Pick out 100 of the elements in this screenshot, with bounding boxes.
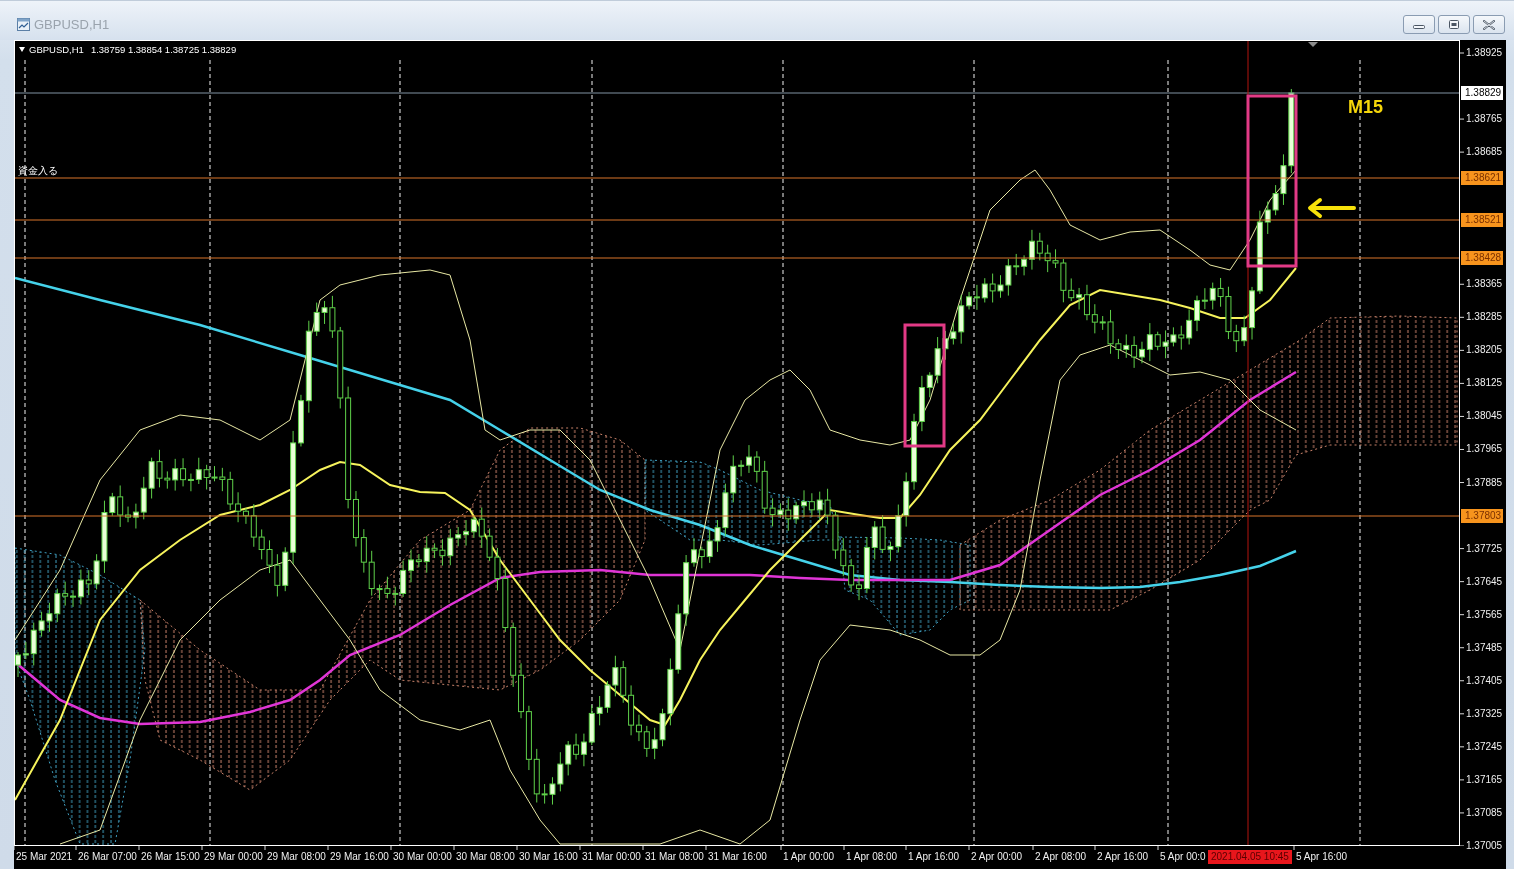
- time-axis-label: 29 Mar 00:00: [204, 850, 263, 864]
- price-axis-label: 1.38125: [1466, 376, 1503, 391]
- price-axis-label: 1.37005: [1466, 838, 1503, 853]
- axis-tick: [1460, 151, 1465, 153]
- axis-tick: [264, 846, 266, 851]
- time-axis-label: 29 Mar 08:00: [267, 850, 326, 864]
- ohlc-values: 1.38759 1.38854 1.38725 1.38829: [90, 43, 237, 56]
- time-axis-label: 1 Apr 16:00: [908, 850, 960, 864]
- time-axis-label: 31 Mar 16:00: [708, 850, 767, 864]
- price-axis-label: 1.38365: [1466, 277, 1503, 292]
- time-axis-label: 1 Apr 00:00: [783, 850, 835, 864]
- time-axis-label: 30 Mar 16:00: [519, 850, 578, 864]
- time-axis-label: 2 Apr 16:00: [1097, 850, 1149, 864]
- axis-tick: [1460, 548, 1465, 550]
- minimize-button[interactable]: [1403, 15, 1435, 34]
- axis-tick: [1460, 812, 1465, 814]
- price-axis-label: 1.38925: [1466, 46, 1503, 60]
- axis-tick: [1157, 846, 1159, 851]
- time-axis-label: 30 Mar 08:00: [456, 850, 515, 864]
- axis-tick: [1460, 449, 1465, 450]
- axis-tick: [201, 846, 203, 851]
- dropdown-triangle-icon[interactable]: [19, 47, 25, 52]
- time-axis-label: 26 Mar 07:00: [78, 850, 137, 864]
- price-level-label: 1.38829: [1461, 86, 1504, 100]
- price-axis-label: 1.37245: [1466, 739, 1503, 754]
- axis-tick: [1460, 415, 1465, 417]
- price-axis-label: 1.38765: [1466, 112, 1503, 127]
- price-axis-label: 1.37485: [1466, 640, 1503, 655]
- axis-tick: [1460, 746, 1465, 748]
- axis-tick: [642, 846, 644, 851]
- time-axis-label: 25 Mar 2021: [16, 850, 73, 864]
- axis-tick: [579, 846, 581, 851]
- price-axis-label: 1.37325: [1466, 706, 1503, 721]
- price-axis-label: 1.38685: [1466, 145, 1503, 160]
- axis-tick: [1460, 118, 1465, 120]
- time-axis-label: 1 Apr 08:00: [846, 850, 898, 864]
- time-axis-label: 2 Apr 00:00: [971, 850, 1023, 864]
- time-axis-label: 5 Apr 16:00: [1296, 850, 1348, 864]
- price-axis-label: 1.37725: [1466, 541, 1503, 556]
- axis-tick: [453, 846, 455, 851]
- axis-tick: [843, 846, 845, 851]
- price-level-label: 1.38428: [1461, 251, 1504, 265]
- axis-tick: [75, 846, 77, 851]
- axis-tick: [905, 846, 907, 851]
- price-axis-label: 1.38205: [1466, 343, 1503, 358]
- time-axis-label: 31 Mar 08:00: [645, 850, 704, 864]
- price-axis-label: 1.37085: [1466, 805, 1503, 820]
- axis-tick: [1460, 283, 1465, 285]
- minimize-icon: [1413, 24, 1425, 29]
- restore-icon: [1449, 20, 1459, 29]
- axis-tick: [968, 846, 970, 851]
- axis-tick: [327, 846, 329, 851]
- axis-tick: [390, 846, 392, 851]
- axis-tick: [1460, 779, 1465, 781]
- price-level-label: 1.38621: [1461, 171, 1504, 185]
- axis-tick: [1460, 581, 1465, 583]
- time-axis-label: 29 Mar 16:00: [330, 850, 389, 864]
- restore-button[interactable]: [1438, 15, 1470, 34]
- price-axis-label: 1.37565: [1466, 607, 1503, 622]
- time-axis-label: 5 Apr 00:0: [1160, 850, 1206, 864]
- axis-tick: [1460, 482, 1465, 483]
- axis-tick: [14, 846, 15, 851]
- axis-tick: [138, 846, 140, 851]
- axis-tick: [1460, 316, 1465, 318]
- time-axis-label: 30 Mar 00:00: [393, 850, 452, 864]
- axis-tick: [1460, 647, 1465, 649]
- chart-window-icon: [17, 18, 30, 31]
- price-level-label: 1.37803: [1461, 509, 1504, 523]
- price-axis-label: 1.37885: [1466, 475, 1503, 490]
- price-axis-label: 1.37645: [1466, 574, 1503, 589]
- chart-symbol-label: GBPUSD,H1: [29, 43, 84, 56]
- price-axis-label: 1.37165: [1466, 772, 1503, 787]
- axis-tick: [1460, 52, 1465, 54]
- axis-tick: [1460, 349, 1465, 351]
- axis-tick: [1460, 680, 1465, 682]
- cursor-time-label: 2021.04.05 10:45: [1208, 850, 1292, 864]
- time-axis-label: 2 Apr 08:00: [1035, 850, 1087, 864]
- timeframe-note: M15: [1348, 96, 1383, 118]
- price-level-label: 1.38521: [1461, 213, 1504, 227]
- axis-tick: [780, 846, 782, 851]
- time-axis-label: 26 Mar 15:00: [141, 850, 200, 864]
- chart-shift-marker-icon: [1308, 42, 1318, 47]
- window-title: GBPUSD,H1: [34, 17, 110, 32]
- axis-tick: [1032, 846, 1034, 851]
- pointer-arrow: [1308, 198, 1356, 218]
- axis-tick: [705, 846, 707, 851]
- axis-tick: [516, 846, 518, 851]
- close-button[interactable]: [1473, 15, 1505, 34]
- axis-tick: [1460, 845, 1465, 846]
- close-icon: [1483, 19, 1495, 30]
- axis-tick: [1460, 382, 1465, 384]
- axis-tick: [1460, 713, 1465, 715]
- price-axis-label: 1.38045: [1466, 409, 1503, 424]
- axis-tick: [1293, 846, 1295, 851]
- axis-tick: [1094, 846, 1096, 851]
- level-note: 資金入る: [18, 165, 58, 177]
- price-axis-label: 1.38285: [1466, 310, 1503, 325]
- axis-tick: [1460, 614, 1465, 616]
- time-axis-label: 31 Mar 00:00: [582, 850, 641, 864]
- price-axis-label: 1.37405: [1466, 673, 1503, 688]
